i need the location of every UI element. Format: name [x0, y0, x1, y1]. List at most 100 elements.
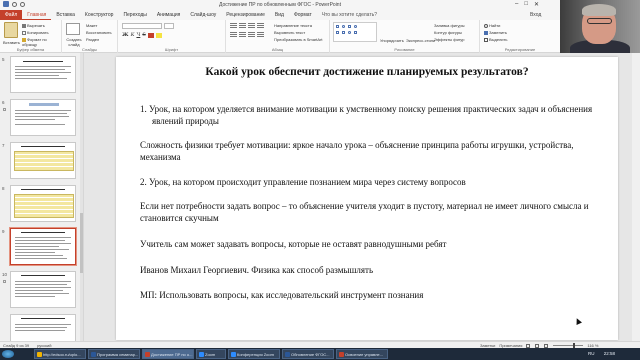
slide-sorter-icon[interactable]	[535, 343, 540, 348]
thumbnail-card-selected[interactable]	[10, 228, 76, 265]
thumbnail-card[interactable]	[10, 56, 76, 93]
thumbnail-card[interactable]	[10, 314, 76, 341]
slide-paragraph-6[interactable]: Иванов Михаил Георгиевич. Физика как спо…	[140, 264, 600, 276]
thumbnail-card[interactable]	[10, 142, 76, 179]
thumbnail-slide-8[interactable]: 8	[0, 184, 83, 224]
thumbnail-card[interactable]	[10, 99, 76, 136]
cut-button[interactable]: Вырезать	[22, 23, 45, 28]
tab-insert[interactable]: Вставка	[51, 10, 80, 20]
highlight-icon[interactable]	[155, 33, 162, 38]
italic-button[interactable]: К	[131, 32, 135, 38]
thumbnails-scrollbar[interactable]	[80, 53, 83, 341]
slide-paragraph-5[interactable]: Учитель сам может задавать вопросы, кото…	[140, 238, 600, 250]
indent-increase-icon[interactable]	[257, 23, 264, 28]
taskbar-app-word-2[interactable]: Обновление ФГОС...	[282, 349, 334, 359]
zoom-slider[interactable]	[553, 343, 584, 348]
shape-callout-icon[interactable]	[354, 31, 357, 34]
taskbar-app-powerpoint-2[interactable]: Освоение управле...	[336, 349, 388, 359]
taskbar-app-powerpoint[interactable]: Достижение ПР по о...	[142, 349, 194, 359]
new-slide-button[interactable]: Создать слайд	[63, 37, 85, 47]
tab-slideshow[interactable]: Слайд-шоу	[185, 10, 221, 20]
align-right-icon[interactable]	[248, 32, 255, 37]
slide-paragraph-3[interactable]: 2. Урок, на котором происходит управлени…	[140, 176, 600, 188]
align-left-icon[interactable]	[230, 32, 237, 37]
smartart-button[interactable]: Преобразовать в SmartArt	[274, 37, 323, 42]
thumbnail-card[interactable]	[10, 271, 76, 308]
bullets-icon[interactable]	[230, 23, 237, 28]
shape-textbox-icon[interactable]	[336, 31, 339, 34]
slide-paragraph-4[interactable]: Если нет потребности задать вопрос – то …	[140, 200, 600, 224]
justify-icon[interactable]	[257, 32, 264, 37]
start-button[interactable]	[2, 350, 14, 358]
slide-paragraph-2[interactable]: Сложность физики требует мотивации: ярко…	[140, 139, 600, 163]
numbering-icon[interactable]	[239, 23, 246, 28]
close-button[interactable]: ✕	[534, 1, 539, 8]
copy-button[interactable]: Копировать	[22, 30, 49, 35]
shape-fill-button[interactable]: Заливка фигуры	[434, 23, 465, 28]
tell-me-search[interactable]: Что вы хотите сделать?	[317, 12, 382, 18]
shape-rectangle-icon[interactable]	[336, 25, 339, 28]
align-center-icon[interactable]	[239, 32, 246, 37]
shape-effects-button[interactable]: Эффекты фигур	[434, 37, 464, 42]
tab-format[interactable]: Формат	[289, 10, 317, 20]
minimize-button[interactable]: –	[515, 1, 518, 8]
taskbar-app-browser[interactable]: http://edsoo.ru/uplo...	[34, 349, 86, 359]
maximize-button[interactable]: □	[524, 1, 528, 8]
underline-button[interactable]: Ч	[136, 32, 140, 38]
shapes-gallery[interactable]	[333, 22, 377, 42]
shape-circle-icon[interactable]	[354, 25, 357, 28]
paste-button[interactable]: Вставить	[3, 40, 20, 45]
paste-icon[interactable]	[4, 22, 18, 38]
tab-transitions[interactable]: Переходы	[118, 10, 151, 20]
replace-button[interactable]: Заменить	[484, 30, 507, 35]
strikethrough-button[interactable]: S	[142, 32, 145, 38]
taskbar-app-zoom-meeting[interactable]: Конференция Zoom	[228, 349, 280, 359]
thumbnail-slide-7[interactable]: 7	[0, 141, 83, 181]
find-button[interactable]: Найти	[484, 23, 500, 28]
thumbnail-slide-10[interactable]: 10	[0, 270, 83, 310]
font-size-select[interactable]	[164, 23, 174, 29]
taskbar-app-word[interactable]: Программа семинар...	[88, 349, 140, 359]
align-text-button[interactable]: Выровнять текст	[274, 30, 305, 35]
slide-scrollbar[interactable]	[632, 53, 640, 341]
tab-animations[interactable]: Анимация	[152, 10, 185, 20]
shape-star-icon[interactable]	[348, 31, 351, 34]
thumbnail-slide-9[interactable]: 9	[0, 227, 83, 267]
current-slide[interactable]: Какой урок обеспечит достижение планируе…	[116, 57, 618, 340]
thumbnail-slide-6[interactable]: 6	[0, 98, 83, 138]
font-name-select[interactable]	[122, 23, 162, 29]
arrange-button[interactable]: Упорядочить	[380, 38, 404, 43]
section-button[interactable]: Раздел	[86, 37, 99, 42]
tab-design[interactable]: Конструктор	[80, 10, 119, 20]
taskbar-app-zoom[interactable]: Zoom	[196, 349, 226, 359]
thumbnails-scroll-thumb[interactable]	[80, 213, 83, 273]
clock[interactable]: 22:58	[604, 351, 615, 356]
tab-file[interactable]: Файл	[0, 10, 23, 20]
indent-decrease-icon[interactable]	[248, 23, 255, 28]
slide-paragraph-7[interactable]: МП: Использовать вопросы, как исследоват…	[140, 289, 600, 301]
tab-view[interactable]: Вид	[270, 10, 289, 20]
reset-button[interactable]: Восстановить	[86, 30, 112, 35]
shape-square-icon[interactable]	[348, 25, 351, 28]
tab-home[interactable]: Главная	[22, 10, 52, 20]
thumbnail-card[interactable]	[10, 185, 76, 222]
thumbnail-slide-next[interactable]	[0, 313, 83, 341]
shape-oval-icon[interactable]	[342, 25, 345, 28]
tab-review[interactable]: Рецензирование	[221, 10, 270, 20]
input-language[interactable]: RU	[588, 351, 595, 356]
shape-arrow-icon[interactable]	[342, 31, 345, 34]
format-painter-button[interactable]: Формат по образцу	[22, 37, 60, 47]
reading-view-icon[interactable]	[544, 343, 549, 348]
normal-view-icon[interactable]	[526, 343, 531, 348]
layout-button[interactable]: Макет	[86, 23, 97, 28]
bold-button[interactable]: Ж	[122, 32, 129, 38]
new-slide-icon[interactable]	[66, 23, 80, 35]
shape-outline-button[interactable]: Контур фигуры	[434, 30, 462, 35]
text-direction-button[interactable]: Направление текста	[274, 23, 312, 28]
slide-paragraph-1[interactable]: 1. Урок, на котором уделяется внимание м…	[140, 103, 600, 127]
select-button[interactable]: Выделить	[484, 37, 507, 42]
quick-styles-button[interactable]: Экспресс-стили	[406, 38, 435, 43]
thumbnail-slide-5[interactable]: 5	[0, 55, 83, 95]
font-color-icon[interactable]	[147, 33, 154, 38]
slide-title[interactable]: Какой урок обеспечит достижение планируе…	[116, 66, 618, 78]
